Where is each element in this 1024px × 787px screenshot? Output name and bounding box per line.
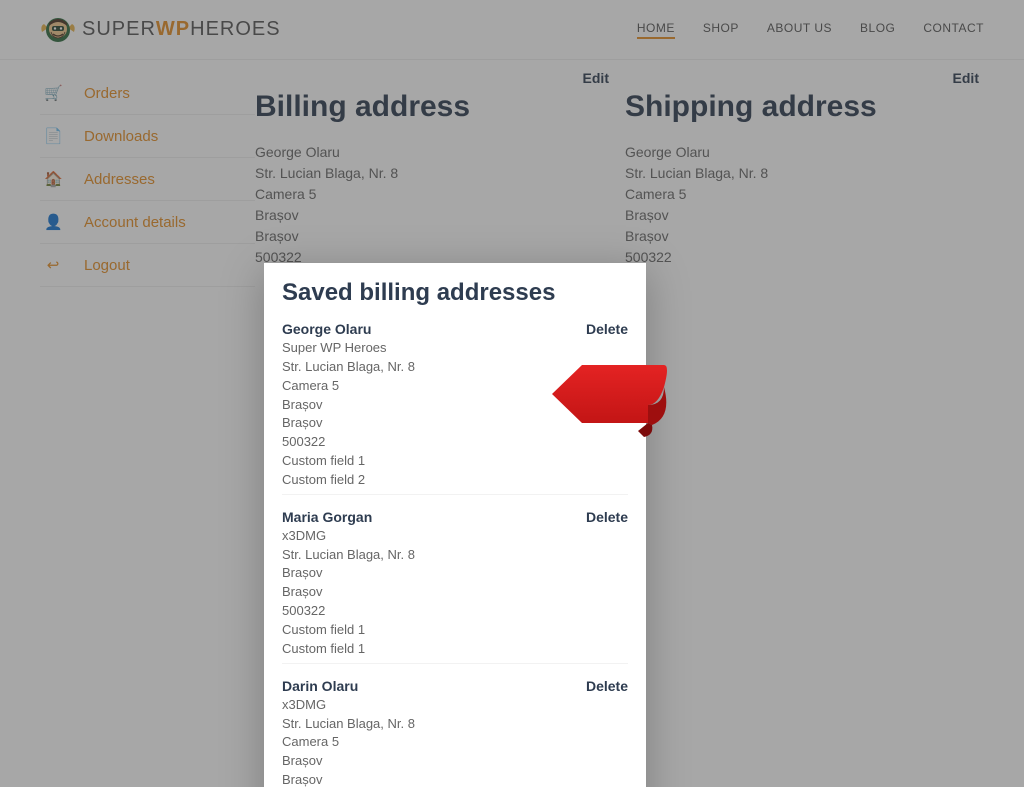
address-line: 500322 — [282, 433, 628, 452]
saved-address-entry: DeleteDarin Olaru x3DMGStr. Lucian Blaga,… — [282, 663, 628, 787]
modal-title: Saved billing addresses — [282, 279, 628, 307]
address-line: Custom field 1 — [282, 452, 628, 471]
delete-address-link[interactable]: Delete — [586, 678, 628, 694]
address-line: Brașov — [282, 583, 628, 602]
address-line: Custom field 2 — [282, 471, 628, 490]
saved-address-name: Darin Olaru — [282, 678, 628, 694]
address-line: Custom field 1 — [282, 640, 628, 659]
address-line: Str. Lucian Blaga, Nr. 8 — [282, 358, 628, 377]
address-line: Str. Lucian Blaga, Nr. 8 — [282, 715, 628, 734]
address-line: x3DMG — [282, 527, 628, 546]
address-line: Brașov — [282, 771, 628, 787]
saved-address-entry: DeleteGeorge Olaru Super WP HeroesStr. Lu… — [282, 321, 628, 490]
saved-address-name: Maria Gorgan — [282, 509, 628, 525]
address-line: Super WP Heroes — [282, 339, 628, 358]
address-line: Str. Lucian Blaga, Nr. 8 — [282, 546, 628, 565]
saved-address-name: George Olaru — [282, 321, 628, 337]
delete-address-link[interactable]: Delete — [586, 509, 628, 525]
address-line: Camera 5 — [282, 377, 628, 396]
address-line: Custom field 1 — [282, 621, 628, 640]
address-line: Camera 5 — [282, 733, 628, 752]
address-line: Brașov — [282, 564, 628, 583]
address-line: Brașov — [282, 752, 628, 771]
address-line: Brașov — [282, 414, 628, 433]
delete-address-link[interactable]: Delete — [586, 321, 628, 337]
saved-address-entry: DeleteMaria Gorgan x3DMGStr. Lucian Blaga… — [282, 494, 628, 659]
address-line: x3DMG — [282, 696, 628, 715]
address-line: 500322 — [282, 602, 628, 621]
saved-addresses-modal: Saved billing addresses DeleteGeorge Ola… — [264, 263, 646, 787]
address-line: Brașov — [282, 396, 628, 415]
